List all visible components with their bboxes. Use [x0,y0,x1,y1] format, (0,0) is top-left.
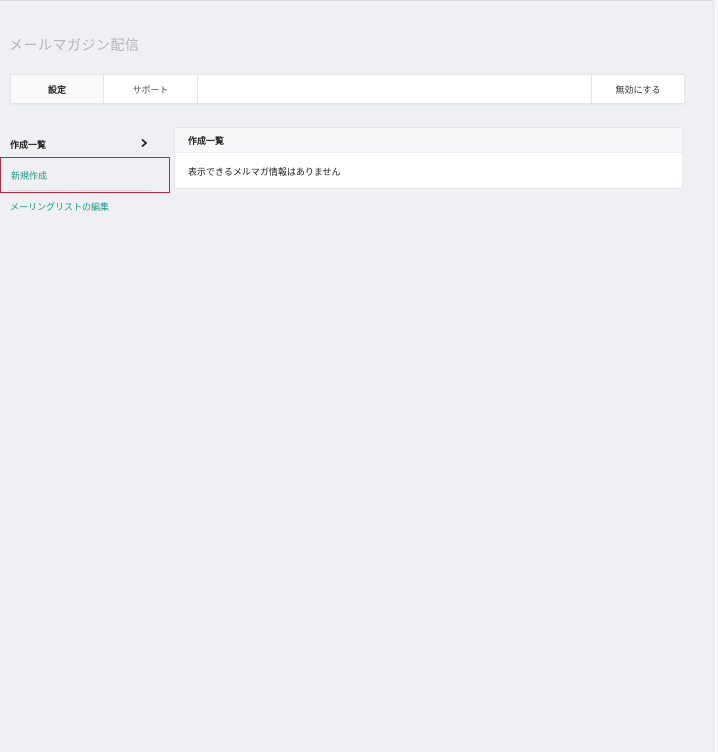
list-panel: 作成一覧 表示できるメルマガ情報はありません [174,127,683,189]
empty-message: 表示できるメルマガ情報はありません [188,167,341,178]
panel-header: 作成一覧 [175,128,682,153]
sidebar-item-label: メーリングリストの編集 [10,202,110,213]
sidebar-item-list[interactable]: 作成一覧 [0,127,170,161]
page-title: メールマガジン配信 [9,38,140,54]
top-divider [0,0,718,1]
settings-button[interactable]: 設定 [11,75,104,103]
chevron-right-icon [141,138,148,148]
support-button[interactable]: サポート [104,75,198,103]
window-scrollbar-edge [713,0,718,752]
sidebar-item-new[interactable]: 新規作成 [0,157,170,193]
sidebar-item-label: 新規作成 [11,171,48,182]
disable-button[interactable]: 無効にする [591,75,684,103]
toolbar: 設定 サポート 無効にする [10,74,685,104]
sidebar-item-mailing-list[interactable]: メーリングリストの編集 [0,189,170,223]
sidebar-item-label: 作成一覧 [10,140,47,151]
